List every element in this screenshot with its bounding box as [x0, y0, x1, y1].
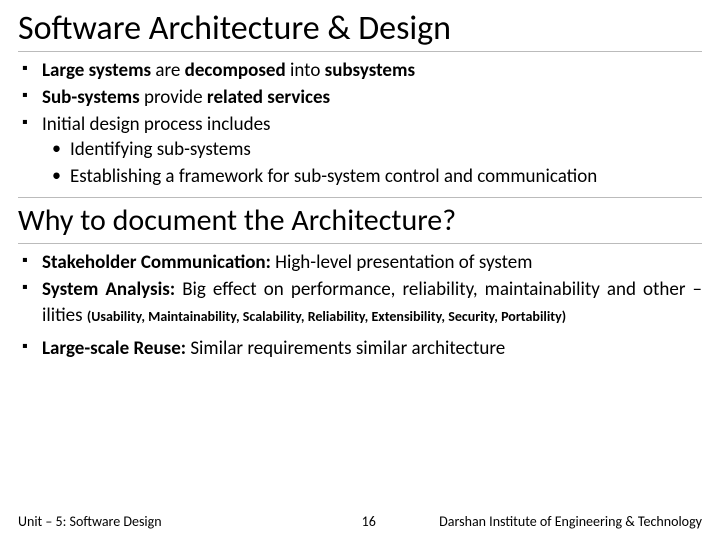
- bullet-list-1: Large systems are decomposed into subsys…: [18, 58, 702, 189]
- bullet-item: System Analysis: Big effect on performan…: [42, 277, 702, 327]
- footer-institute: Darshan Institute of Engineering & Techn…: [439, 513, 702, 530]
- text: Establishing a framework for sub-system …: [70, 165, 597, 188]
- text: High-level presentation of system: [271, 251, 533, 274]
- slide: Software Architecture & Design Large sys…: [0, 0, 720, 540]
- bullet-item: Sub-systems provide related services: [42, 85, 702, 110]
- section-1: Large systems are decomposed into subsys…: [18, 58, 702, 189]
- sub-bullet-item: Identifying sub-systems: [70, 137, 702, 162]
- footer-unit: Unit – 5: Software Design: [18, 513, 162, 530]
- text-bold: related services: [207, 86, 330, 109]
- bullet-list-2: Stakeholder Communication: High-level pr…: [18, 250, 702, 360]
- bullet-item: Large-scale Reuse: Similar requirements …: [42, 336, 702, 361]
- text-bold: decomposed: [185, 59, 286, 82]
- text-bold: Large-scale Reuse:: [42, 337, 186, 360]
- sub-bullet-list: Identifying sub-systems Establishing a f…: [42, 137, 702, 189]
- footer-page-number: 16: [362, 513, 376, 530]
- text: Initial design process includes: [42, 113, 270, 136]
- text-bold: Large systems: [42, 59, 151, 82]
- slide-title-2: Why to document the Architecture?: [18, 197, 702, 244]
- text-bold: System Analysis:: [42, 278, 175, 301]
- text-bold: subsystems: [325, 59, 415, 82]
- text: provide: [140, 86, 207, 109]
- bullet-item: Stakeholder Communication: High-level pr…: [42, 250, 702, 275]
- bullet-item: Initial design process includes Identify…: [42, 112, 702, 189]
- text: Similar requirements similar architectur…: [186, 337, 505, 360]
- text: Identifying sub-systems: [70, 138, 251, 161]
- text-bold: Stakeholder Communication:: [42, 251, 271, 274]
- text: into: [286, 59, 325, 82]
- slide-title-1: Software Architecture & Design: [18, 8, 702, 52]
- sub-bullet-item: Establishing a framework for sub-system …: [70, 164, 702, 189]
- section-2: Stakeholder Communication: High-level pr…: [18, 250, 702, 360]
- footer: Unit – 5: Software Design 16 Darshan Ins…: [0, 513, 720, 530]
- bullet-item: Large systems are decomposed into subsys…: [42, 58, 702, 83]
- text-small: (Usability, Maintainability, Scalability…: [87, 308, 566, 325]
- text: are: [151, 59, 185, 82]
- text-bold: Sub-systems: [42, 86, 140, 109]
